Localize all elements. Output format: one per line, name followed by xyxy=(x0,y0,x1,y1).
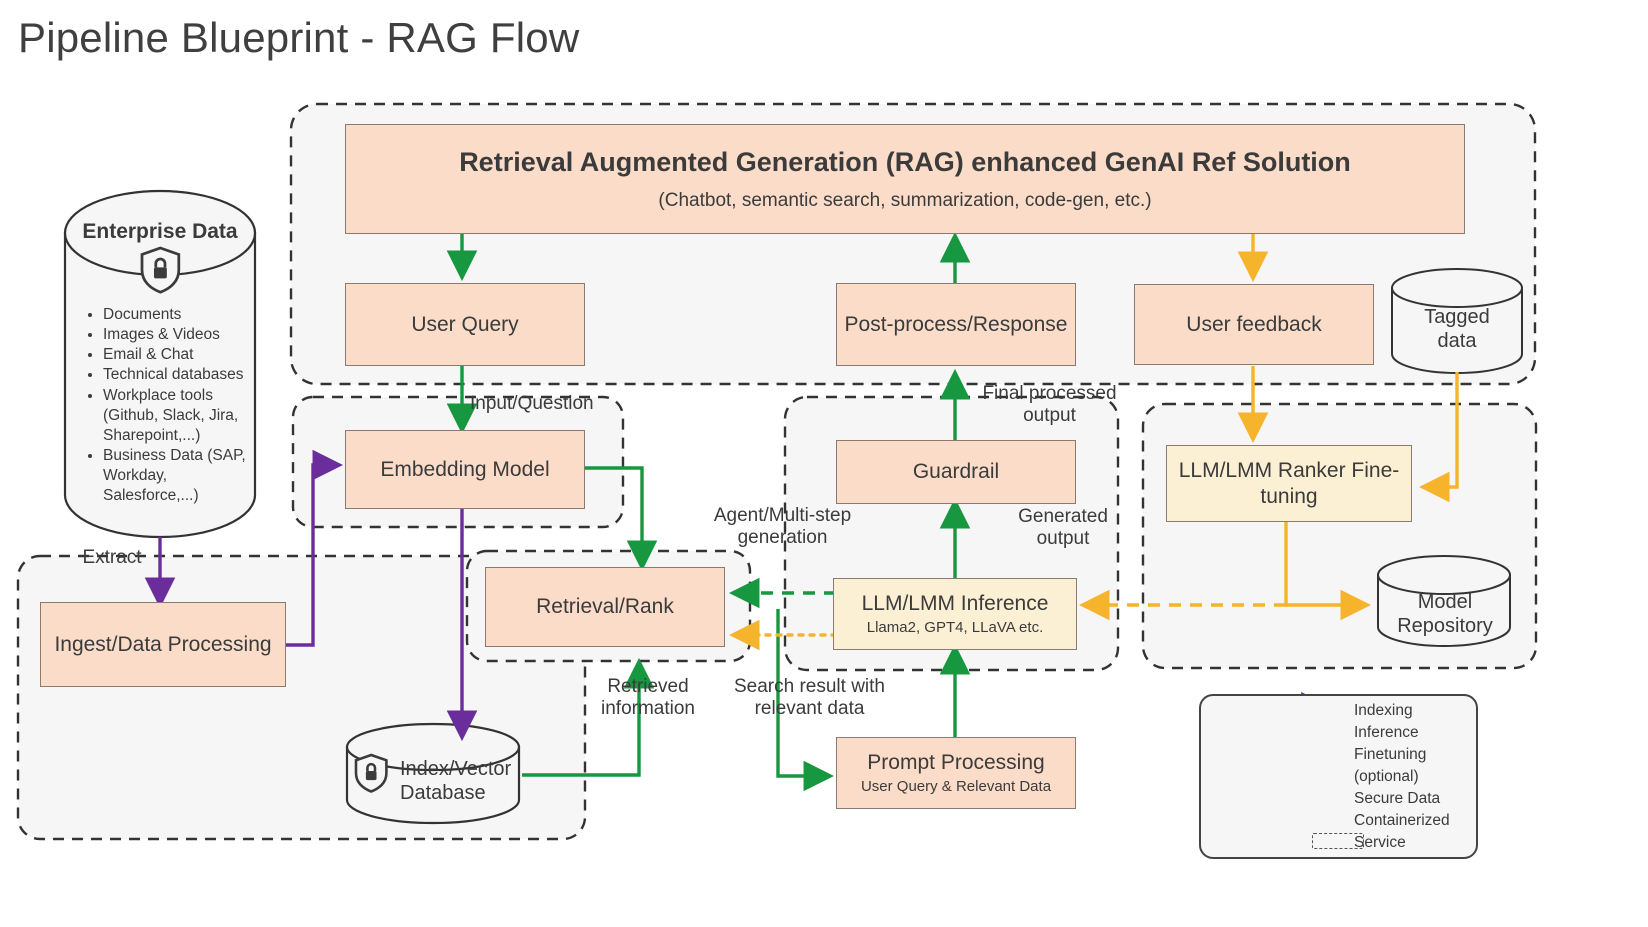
index-vector-db-label: Index/Vector Database xyxy=(400,758,512,804)
shield-lock-icon xyxy=(354,753,388,793)
enterprise-data-list: Documents Images & Videos Email & Chat T… xyxy=(88,305,263,506)
node-title: LLM/LMM Inference xyxy=(861,592,1049,616)
legend-label-inference: Inference xyxy=(1354,724,1419,741)
list-item: Images & Videos xyxy=(103,325,263,345)
shield-lock-icon xyxy=(140,246,181,294)
node-llm-inference[interactable]: LLM/LMM Inference Llama2, GPT4, LLaVA et… xyxy=(833,578,1077,650)
node-subtitle: User Query & Relevant Data xyxy=(860,777,1052,795)
node-title: Guardrail xyxy=(912,460,1000,484)
edge-label-extract: Extract xyxy=(82,547,142,568)
node-post-process[interactable]: Post-process/Response xyxy=(836,283,1076,366)
list-item: Business Data (SAP, Workday, Salesforce,… xyxy=(103,446,263,506)
list-item: Email & Chat xyxy=(103,345,263,365)
edge-label-generated-output: Generated output xyxy=(1018,506,1108,550)
node-title: Retrieval/Rank xyxy=(536,595,674,619)
legend-label-optional: (optional) xyxy=(1354,768,1419,785)
node-title: Retrieval Augmented Generation (RAG) enh… xyxy=(459,146,1351,177)
node-title: Embedding Model xyxy=(380,457,550,481)
node-title: LLM/LMM Ranker Fine-tuning xyxy=(1178,458,1400,508)
legend-label-finetuning: Finetuning xyxy=(1354,746,1427,763)
edge-label-search-result: Search result with relevant data xyxy=(733,676,885,720)
node-ingest[interactable]: Ingest/Data Processing xyxy=(40,602,286,687)
node-retrieval-rank[interactable]: Retrieval/Rank xyxy=(485,567,725,647)
tagged-data-label: Tagged data xyxy=(1424,306,1490,352)
edge-label-retrieved-information: Retrieved information xyxy=(601,676,695,720)
node-rag-solution[interactable]: Retrieval Augmented Generation (RAG) enh… xyxy=(345,124,1465,234)
list-item: Documents xyxy=(103,305,263,325)
edge-label-agent-multistep: Agent/Multi-step generation xyxy=(713,505,852,549)
legend-label-indexing: Indexing xyxy=(1354,702,1413,719)
legend-label-service: Service xyxy=(1354,834,1406,851)
node-title: User Query xyxy=(411,312,519,336)
list-item: Workplace tools (Github, Slack, Jira, Sh… xyxy=(103,386,263,446)
node-user-query[interactable]: User Query xyxy=(345,283,585,366)
model-repository-label: Model Repository xyxy=(1397,591,1493,637)
node-subtitle: Llama2, GPT4, LLaVA etc. xyxy=(866,618,1044,636)
node-guardrail[interactable]: Guardrail xyxy=(836,440,1076,504)
node-title: Ingest/Data Processing xyxy=(54,632,272,656)
node-user-feedback[interactable]: User feedback xyxy=(1134,284,1374,365)
legend-label-secure-data: Secure Data xyxy=(1354,790,1441,807)
node-ranker-finetuning[interactable]: LLM/LMM Ranker Fine-tuning xyxy=(1166,445,1412,522)
node-title: Post-process/Response xyxy=(844,312,1068,336)
node-title: User feedback xyxy=(1186,312,1322,336)
node-title: Prompt Processing xyxy=(867,751,1045,775)
enterprise-data-title: Enterprise Data xyxy=(82,220,238,243)
node-embedding-model[interactable]: Embedding Model xyxy=(345,430,585,509)
legend-labels: Indexing Inference Finetuning (optional)… xyxy=(1354,700,1450,854)
node-subtitle: (Chatbot, semantic search, summarization… xyxy=(658,189,1152,211)
list-item: Technical databases xyxy=(103,365,263,385)
edge-label-input-question: Input/Question xyxy=(470,393,594,414)
node-prompt-processing[interactable]: Prompt Processing User Query & Relevant … xyxy=(836,737,1076,809)
legend-label-containerized: Containerized xyxy=(1354,812,1450,829)
edge-label-final-processed-output: Final processed output xyxy=(982,383,1117,427)
